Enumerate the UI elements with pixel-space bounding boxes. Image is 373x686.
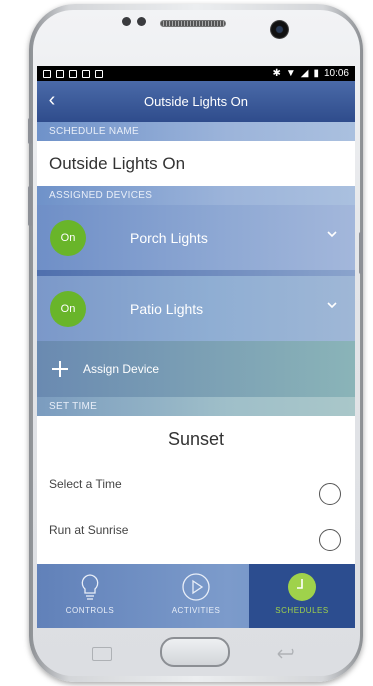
phone-notification-icon (56, 69, 64, 78)
status-time: 10:06 (323, 68, 349, 79)
earpiece-speaker (160, 20, 226, 27)
sensor-dots (122, 17, 146, 26)
device-name: Patio Lights (130, 300, 204, 317)
option-select-time[interactable]: Select a Time (37, 462, 355, 508)
option-label: Select a Time (49, 477, 122, 491)
battery-icon: ▮ (313, 68, 319, 79)
bottom-nav: CONTROLS ACTIVITIES SCHEDULES (37, 564, 355, 628)
notification-icons (43, 69, 103, 78)
tab-label: CONTROLS (65, 606, 115, 615)
recent-apps-key[interactable] (92, 647, 112, 661)
signal-icon: ◢ (300, 68, 309, 79)
tab-schedules[interactable]: SCHEDULES (249, 564, 355, 628)
chevron-down-icon[interactable] (327, 300, 337, 310)
bixby-button (28, 186, 32, 226)
device-state-toggle[interactable]: On (50, 290, 86, 327)
schedule-name-header: SCHEDULE NAME (37, 122, 355, 141)
check-notification-icon (69, 69, 77, 78)
tab-controls[interactable]: CONTROLS (37, 564, 143, 628)
tab-label: ACTIVITIES (171, 606, 221, 615)
app-screen: ✱ ▼ ◢ ▮ 10:06 ‹ Outside Lights On SCHEDU… (37, 66, 355, 628)
plus-icon (51, 360, 69, 378)
chevron-down-icon[interactable] (327, 229, 337, 239)
radio-run-at-sunrise[interactable] (319, 529, 341, 551)
wifi-icon: ▼ (285, 68, 296, 79)
home-button[interactable] (160, 637, 230, 667)
power-button (359, 232, 363, 274)
app-header: ‹ Outside Lights On (37, 81, 355, 122)
clock-icon (288, 573, 316, 601)
assign-device-label: Assign Device (83, 362, 160, 376)
schedule-name-field[interactable]: Outside Lights On (37, 141, 355, 186)
status-bar: ✱ ▼ ◢ ▮ 10:06 (37, 66, 355, 81)
play-icon (182, 573, 210, 601)
selected-time: Sunset (37, 416, 355, 462)
tab-activities[interactable]: ACTIVITIES (143, 564, 249, 628)
device-row-patio-lights[interactable]: On Patio Lights (37, 276, 355, 341)
tab-label: SCHEDULES (275, 606, 329, 615)
volume-button (28, 118, 32, 144)
front-camera (270, 20, 289, 39)
bluetooth-icon: ✱ (272, 68, 281, 79)
assign-device-button[interactable]: Assign Device (37, 341, 355, 397)
device-state-toggle[interactable]: On (50, 219, 86, 256)
back-key-icon[interactable] (276, 648, 298, 660)
page-title: Outside Lights On (143, 94, 249, 109)
robot-notification-icon (95, 69, 103, 78)
set-time-header: SET TIME (37, 397, 355, 416)
image-notification-icon (43, 69, 51, 78)
system-indicators: ✱ ▼ ◢ ▮ 10:06 (272, 68, 349, 79)
device-row-porch-lights[interactable]: On Porch Lights (37, 205, 355, 270)
upload-notification-icon (82, 69, 90, 78)
lightbulb-icon (81, 574, 99, 600)
device-name: Porch Lights (130, 229, 208, 246)
assigned-devices-header: ASSIGNED DEVICES (37, 186, 355, 205)
option-label: Run at Sunrise (49, 523, 129, 537)
radio-select-time[interactable] (319, 483, 341, 505)
option-run-at-sunrise[interactable]: Run at Sunrise (37, 508, 355, 554)
chevron-left-icon[interactable]: ‹ (41, 89, 63, 112)
